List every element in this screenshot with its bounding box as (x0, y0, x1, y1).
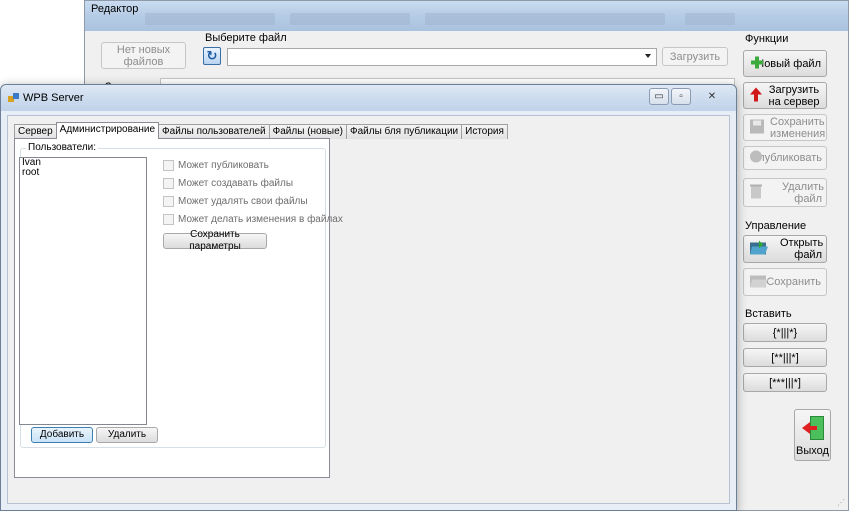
list-item[interactable]: root (20, 168, 146, 178)
open-file-label: Открыть файл (780, 237, 824, 261)
close-icon: ✕ (707, 91, 717, 102)
insert-group-label: Вставить (745, 308, 792, 320)
no-new-files-button[interactable]: Нет новых файлов (101, 42, 186, 69)
can-delete-own-files-label: Может удалять свои файлы (178, 196, 308, 207)
exit-label: Выход (796, 445, 829, 457)
upload-arrow-icon (749, 86, 763, 105)
save-params-button[interactable]: Сохранить параметры (163, 229, 267, 252)
save-label: Сохранить (766, 276, 821, 288)
open-file-button[interactable]: Открыть файл (743, 235, 827, 263)
maximize-icon: ▫ (679, 91, 683, 102)
tab-strip: Сервер Администрирование Файлы пользоват… (14, 122, 508, 139)
users-list[interactable]: Ivan root (19, 157, 147, 425)
tab-new-files[interactable]: Файлы (новые) (268, 124, 347, 139)
tab-administration[interactable]: Администрирование (55, 122, 160, 139)
app-icon (8, 92, 20, 104)
delete-user-button[interactable]: Удалить (96, 427, 158, 443)
save-button[interactable]: Сохранить (743, 268, 827, 296)
publish-button[interactable]: Опубликовать (743, 146, 827, 170)
tab-user-files[interactable]: Файлы пользователей (158, 124, 270, 139)
tab-history[interactable]: История (461, 124, 508, 139)
plus-icon (749, 54, 765, 73)
tab-publish-files[interactable]: Файлы бля публикации (346, 124, 463, 139)
insert-button-3[interactable]: [***|||*] (743, 373, 827, 392)
checkbox-box (163, 160, 174, 171)
can-edit-files-checkbox[interactable]: Может делать изменения в файлах (163, 214, 343, 225)
wpb-titlebar[interactable]: WPB Server ▭ ▫ ✕ (1, 85, 736, 111)
blurred-title-text (145, 13, 275, 25)
new-file-button[interactable]: Новый файл (743, 50, 827, 77)
users-label: Пользователи: (26, 142, 99, 153)
tab-server[interactable]: Сервер (14, 124, 57, 139)
wpb-title: WPB Server (23, 92, 84, 104)
refresh-icon[interactable]: ↻ (203, 47, 221, 65)
insert-button-2[interactable]: [**|||*] (743, 348, 827, 367)
trash-icon (749, 183, 763, 202)
maximize-button[interactable]: ▫ (671, 88, 691, 105)
wpb-server-window: WPB Server ▭ ▫ ✕ Сервер Администрировани… (0, 84, 737, 511)
checkbox-box (163, 214, 174, 225)
checkbox-box (163, 196, 174, 207)
editor-titlebar: Редактор (85, 1, 848, 31)
can-create-files-label: Может создавать файлы (178, 178, 293, 189)
checkbox-box (163, 178, 174, 189)
close-button[interactable]: ✕ (695, 88, 729, 105)
upload-to-server-button[interactable]: Загрузить на сервер (743, 82, 827, 109)
globe-icon (749, 150, 763, 167)
management-group-label: Управление (745, 220, 807, 232)
folder-open-icon (749, 240, 769, 259)
can-create-files-checkbox[interactable]: Может создавать файлы (163, 178, 293, 189)
insert-button-1[interactable]: {*|||*} (743, 323, 827, 342)
minimize-button[interactable]: ▭ (649, 88, 669, 105)
blurred-title-text (290, 13, 410, 25)
exit-button[interactable]: Выход (794, 409, 831, 461)
upload-to-server-label: Загрузить на сервер (768, 83, 820, 108)
blurred-title-text (425, 13, 665, 25)
can-delete-own-files-checkbox[interactable]: Может удалять свои файлы (163, 196, 308, 207)
resize-grip-icon[interactable]: ⋰ (837, 498, 845, 507)
save-changes-label: Сохранить изменения (770, 115, 826, 140)
functions-group-label: Функции (745, 33, 789, 45)
load-file-button[interactable]: Загрузить (662, 47, 728, 66)
floppy-icon (749, 118, 765, 137)
folder-icon (749, 273, 769, 292)
new-file-label: Новый файл (756, 57, 821, 70)
chevron-down-icon (645, 54, 651, 58)
add-user-button[interactable]: Добавить (31, 427, 93, 443)
editor-title: Редактор (91, 3, 139, 15)
blurred-title-text (685, 13, 735, 25)
delete-file-button[interactable]: Удалить файл (743, 178, 827, 207)
exit-door-icon (800, 414, 828, 445)
delete-file-label: Удалить файл (782, 180, 824, 205)
can-publish-checkbox[interactable]: Может публиковать (163, 160, 269, 171)
file-select[interactable] (227, 48, 657, 66)
choose-file-label: Выберите файл (205, 32, 287, 44)
minimize-icon: ▭ (654, 91, 664, 102)
save-changes-button[interactable]: Сохранить изменения (743, 114, 827, 141)
can-publish-label: Может публиковать (178, 160, 269, 171)
can-edit-files-label: Может делать изменения в файлах (178, 214, 343, 225)
